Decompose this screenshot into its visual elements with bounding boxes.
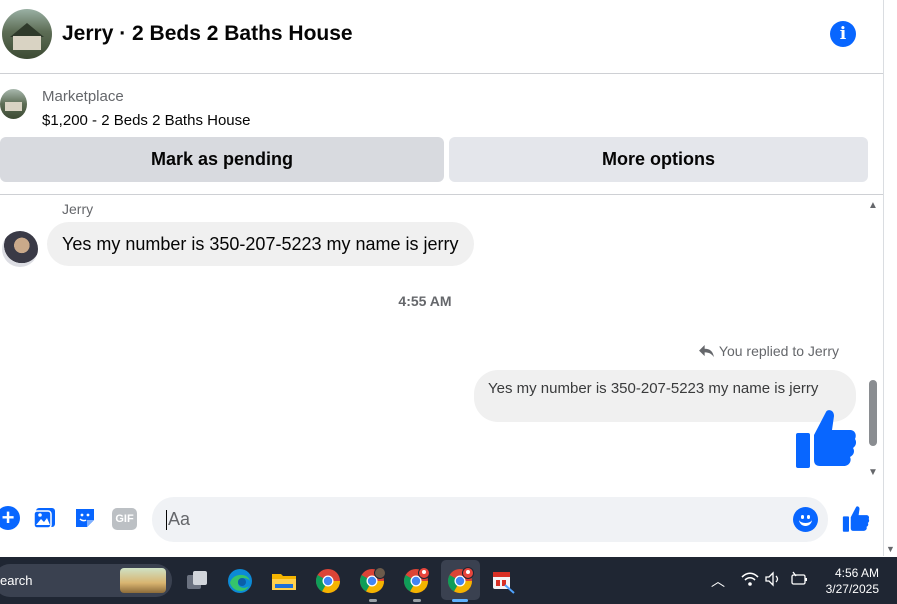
conversation-title[interactable]: Jerry · 2 Beds 2 Baths House [62,22,353,46]
search-label: earch [0,573,33,588]
plus-icon[interactable]: + [0,506,20,530]
taskbar-search[interactable]: earch [0,564,172,597]
message-composer: + GIF Aa [0,490,884,550]
chrome-profile-icon[interactable] [446,567,474,595]
chrome-profile-icon[interactable] [358,567,386,595]
house-body [13,36,41,50]
sender-name: Jerry [62,201,94,217]
window-scroll-down-arrow[interactable]: ▼ [886,544,895,554]
file-explorer-icon[interactable] [270,567,298,595]
thumbnail-house [5,102,22,111]
sender-avatar[interactable] [2,231,38,267]
volume-icon[interactable] [765,571,781,587]
marketplace-listing-card: Marketplace $1,200 - 2 Beds 2 Baths Hous… [0,75,884,195]
reply-indicator: You replied to Jerry [698,343,839,359]
message-thread: Jerry Yes my number is 350-207-5223 my n… [0,196,884,486]
info-icon[interactable]: i [830,21,856,47]
snipping-tool-icon[interactable] [489,567,517,595]
house-roof [10,23,44,37]
search-highlight-illustration [120,568,166,593]
task-view-icon[interactable] [183,567,211,595]
mark-as-pending-button[interactable]: Mark as pending [0,137,444,182]
battery-icon[interactable] [790,571,808,587]
replied-label: You replied to Jerry [718,343,839,359]
incoming-message-bubble[interactable]: Yes my number is 350-207-5223 my name is… [47,222,474,266]
window-edge: ▼ [883,0,897,556]
message-input-placeholder: Aa [168,509,191,529]
message-timestamp: 4:55 AM [398,293,452,309]
contact-avatar[interactable] [2,9,52,59]
text-caret [166,510,167,531]
image-icon[interactable] [33,506,57,530]
conversation-header: Jerry · 2 Beds 2 Baths House i [0,0,884,74]
edge-icon[interactable] [226,567,254,595]
chevron-up-icon[interactable]: ︿ [711,571,725,591]
chat-scrollbar[interactable] [869,380,877,446]
thumbs-up-icon[interactable] [794,408,858,470]
listing-thumbnail[interactable] [0,89,27,119]
gif-icon[interactable]: GIF [112,508,137,530]
chrome-profile-icon[interactable] [402,567,430,595]
scroll-up-arrow[interactable]: ▲ [868,200,878,211]
message-input[interactable]: Aa [152,497,828,542]
sticker-icon[interactable] [73,506,97,530]
messenger-window: Jerry · 2 Beds 2 Baths House i Marketpla… [0,0,884,556]
marketplace-label: Marketplace [42,88,124,105]
send-like-button[interactable] [842,505,870,533]
emoji-icon[interactable] [793,507,818,532]
chrome-icon[interactable] [314,567,342,595]
reply-arrow-icon [698,344,714,357]
windows-taskbar: earch ︿ 4:56 AM 3/27/2025 [0,557,897,604]
clock-time: 4:56 AM [834,566,879,580]
emoji-mouth [799,518,812,526]
wifi-icon[interactable] [741,571,759,587]
running-indicator [369,599,377,602]
listing-title[interactable]: $1,200 - 2 Beds 2 Baths House [42,112,250,129]
clock-date: 3/27/2025 [825,582,879,596]
active-indicator [452,599,468,602]
more-options-button[interactable]: More options [449,137,868,182]
scroll-down-arrow[interactable]: ▼ [868,467,878,478]
running-indicator [413,599,421,602]
system-clock[interactable]: 4:56 AM 3/27/2025 [826,565,879,597]
